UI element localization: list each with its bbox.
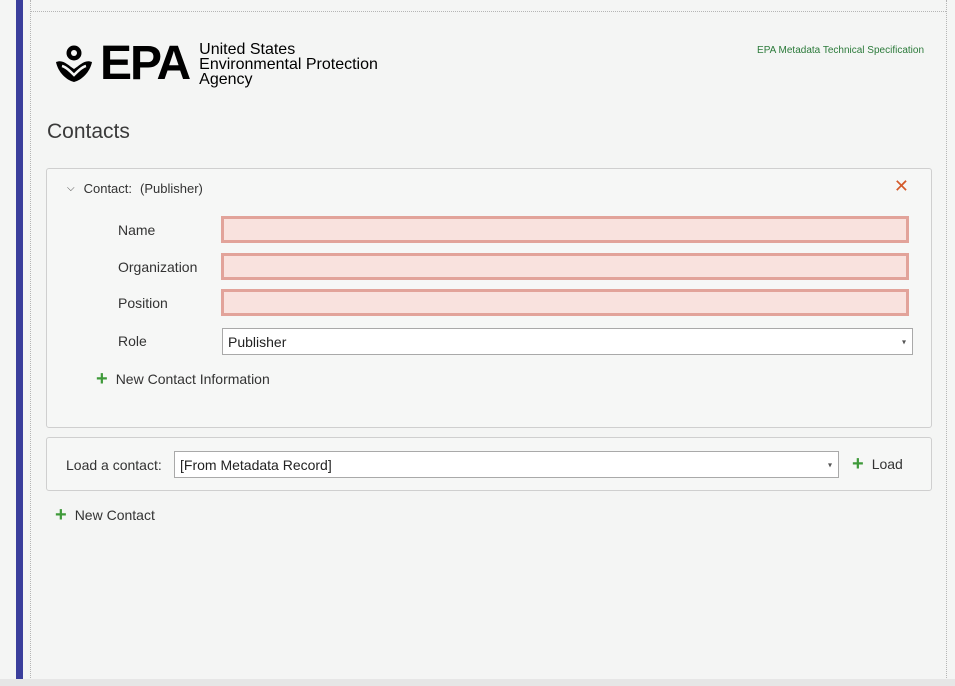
epa-logo: EPA United States Environmental Protecti… <box>54 40 378 88</box>
organization-label: Organization <box>118 259 198 275</box>
position-field[interactable] <box>221 289 909 316</box>
right-border <box>946 0 947 686</box>
load-contact-panel: Load a contact: [From Metadata Record] ▾… <box>46 437 932 491</box>
contact-header[interactable]: ⌵ Contact: (Publisher) <box>67 181 203 196</box>
agency-line-1: United States <box>199 40 296 58</box>
name-label: Name <box>118 222 156 238</box>
organization-field[interactable] <box>221 253 909 280</box>
contact-panel: ⌵ Contact: (Publisher) ✕ Name Organizati… <box>46 168 932 428</box>
window-accent-bar <box>16 0 23 686</box>
plus-icon: + <box>852 453 864 475</box>
load-contact-value: [From Metadata Record] <box>180 456 332 473</box>
load-button[interactable]: + Load <box>852 453 903 475</box>
plus-icon: + <box>55 504 67 526</box>
page-title: Contacts <box>47 120 130 143</box>
load-button-label: Load <box>871 456 903 472</box>
new-contact-label: New Contact <box>74 507 155 523</box>
dropdown-caret-icon[interactable]: ▾ <box>902 337 906 346</box>
plus-icon: + <box>96 368 108 390</box>
load-contact-select[interactable]: [From Metadata Record] ▾ <box>174 451 839 478</box>
new-contact-information-label: New Contact Information <box>115 371 270 387</box>
top-border <box>30 11 946 12</box>
position-label: Position <box>118 295 168 311</box>
contact-label: Contact: <box>83 181 133 196</box>
name-field[interactable] <box>221 216 909 243</box>
spec-link[interactable]: EPA Metadata Technical Specification <box>757 45 924 56</box>
load-contact-label: Load a contact: <box>66 457 162 473</box>
bottom-strip <box>0 679 955 686</box>
agency-line-3: Agency <box>199 70 253 88</box>
role-select[interactable]: Publisher ▾ <box>222 328 913 355</box>
new-contact-information-button[interactable]: + New Contact Information <box>96 368 270 390</box>
agency-line-2: Environmental Protection <box>199 55 378 73</box>
role-select-value: Publisher <box>228 333 287 350</box>
close-icon[interactable]: ✕ <box>894 177 909 197</box>
chevron-down-icon[interactable]: ⌵ <box>67 183 75 194</box>
epa-wordmark: EPA <box>100 37 191 90</box>
left-border <box>30 0 31 686</box>
epa-flower-icon <box>56 45 92 82</box>
new-contact-button[interactable]: + New Contact <box>55 504 155 526</box>
dropdown-caret-icon[interactable]: ▾ <box>828 460 832 469</box>
agency-name: United States Environmental Protection A… <box>199 40 378 88</box>
contact-role-tag: (Publisher) <box>140 181 203 196</box>
role-label: Role <box>118 333 147 349</box>
